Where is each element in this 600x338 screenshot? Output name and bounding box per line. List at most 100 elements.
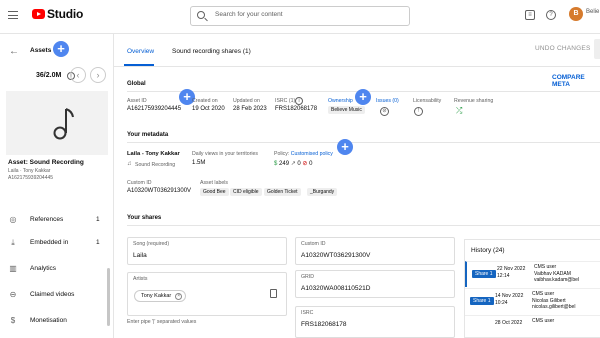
share-custom-id-value[interactable]: A10320WT036291300V (301, 252, 370, 259)
tab-overview[interactable]: Overview (127, 48, 154, 55)
app-name[interactable]: Studio (47, 7, 83, 21)
asset-label-chip[interactable]: Good Bee (200, 188, 229, 196)
asset-label-chip[interactable]: Golden Ticket (264, 188, 301, 196)
created-label: Created on (192, 98, 218, 104)
no-issues-icon: ⊘ (380, 107, 389, 116)
comment-icon[interactable]: ≡ (525, 10, 535, 20)
history-email: nicolas.gilibert@bel (532, 304, 576, 310)
asset-id-label: Asset ID (127, 98, 147, 104)
sidebar-item-label: Monetisation (30, 317, 67, 324)
history-timestamp: 28 Oct 2022 (495, 320, 522, 327)
issues-link[interactable]: Issues (0) (376, 98, 399, 104)
youtube-logo[interactable] (32, 9, 45, 19)
track-icon: ↗ (290, 161, 296, 167)
share-isrc-value[interactable]: FRS182068178 (301, 321, 347, 328)
monetisation-icon: $ (10, 316, 16, 325)
sidebar-item-monetisation[interactable]: $ Monetisation (0, 310, 110, 332)
asset-label-chip[interactable]: CID eligible (230, 188, 262, 196)
history-date: 14 Nov 2022 (495, 293, 524, 299)
prev-asset-button[interactable]: ‹ (70, 67, 86, 83)
search-icon (197, 11, 205, 19)
asset-subtitle: Laila · Tony Kakkar A162175939204445 (8, 168, 53, 182)
share-isrc-field[interactable]: ISRC FRS182068178 (295, 306, 455, 338)
sidebar-item-label: References (30, 216, 64, 223)
song-type: Sound Recording (135, 162, 176, 168)
metadata-divider (127, 142, 600, 143)
history-user: CMS user (532, 318, 554, 325)
daily-views-value: 1.5M (192, 160, 206, 166)
save-button[interactable] (594, 39, 600, 59)
avatar[interactable]: B (569, 7, 583, 21)
share-badge: Share 1 (472, 270, 496, 278)
sidebar-item-label: Claimed videos (30, 291, 75, 298)
sidebar-item-label: Embedded in (30, 239, 69, 246)
asset-artist: Laila · Tony Kakkar (8, 168, 51, 174)
remove-chip-icon[interactable]: × (175, 293, 183, 300)
help-icon[interactable]: ? (546, 10, 556, 20)
track-count: 0 (297, 161, 301, 167)
artists-field[interactable]: Artists Tony Kakkar × (127, 272, 287, 316)
history-user: CMS user Vaibhav KADAM vaibhav.kadam@bel (534, 264, 579, 284)
compare-metadata-button[interactable]: COMPARE META (552, 74, 600, 88)
tab-sound-recording-shares[interactable]: Sound recording shares (1) (172, 48, 251, 55)
custom-id-label: Custom ID (127, 180, 152, 186)
sidebar-item-count: 1 (96, 239, 100, 246)
isrc-label: ISRC (1) (275, 98, 296, 104)
add-asset-button[interactable]: + (53, 41, 69, 57)
add-ownership-button[interactable]: + (355, 89, 371, 105)
policy-link[interactable]: Customised policy (291, 151, 333, 157)
music-note-small-icon: ♫ (127, 161, 132, 167)
main-panel: Overview Sound recording shares (1) UNDO… (114, 34, 600, 338)
tabs-divider (114, 66, 600, 67)
sidebar-scrollbar[interactable] (107, 268, 110, 326)
artists-field-label: Artists (133, 276, 148, 282)
revenue-sharing-label: Revenue sharing (454, 98, 494, 104)
revenue-sharing-icon[interactable]: ⤮ (456, 106, 462, 116)
history-panel: History (24) Share 1 22 Nov 2022 12:14 C… (464, 239, 600, 338)
isrc-value: FRS182068178 (275, 106, 318, 112)
share-custom-id-field[interactable]: Custom ID A10320WT036291300V (295, 237, 455, 265)
add-metadata-button[interactable]: + (337, 139, 353, 155)
top-bar: Studio Search for your content ≡ ? B Bel… (0, 0, 600, 34)
ownership-chip: Believe Music (328, 106, 365, 114)
asset-label-chip[interactable]: _Burgandy (307, 188, 338, 196)
history-email: vaibhav.kadam@bel (534, 277, 580, 283)
undo-changes-button[interactable]: UNDO CHANGES (535, 45, 591, 52)
search-box[interactable]: Search for your content (190, 6, 410, 26)
history-row[interactable]: Share 1 22 Nov 2022 12:14 CMS user Vaibh… (465, 261, 600, 287)
song-field-value[interactable]: Laila (133, 252, 147, 259)
grid-field[interactable]: GRID A10320WA008110521D (295, 270, 455, 298)
global-section-title: Global (127, 81, 146, 87)
account-name[interactable]: Belie (586, 9, 599, 15)
back-arrow-icon[interactable]: ← (9, 46, 19, 57)
song-title: Laila - Tony Kakkar (127, 151, 180, 157)
share-isrc-label: ISRC (301, 310, 314, 316)
isrc-info-icon[interactable]: i (295, 97, 303, 105)
sidebar-title: Assets (30, 47, 52, 54)
sidebar-item-references[interactable]: ◎ References 1 (0, 209, 110, 231)
sidebar-item-analytics[interactable]: ▥ Analytics (0, 258, 110, 280)
menu-icon[interactable] (8, 11, 18, 19)
history-timestamp: 22 Nov 2022 12:14 (497, 266, 525, 280)
sidebar-item-claimed-videos[interactable]: ⊖ Claimed videos (0, 284, 110, 306)
next-asset-button[interactable]: › (90, 67, 106, 83)
licensability-icon[interactable]: ! (414, 107, 423, 116)
policy-label: Policy: (274, 151, 290, 157)
history-row[interactable]: 28 Oct 2022 CMS user (465, 315, 600, 338)
copy-icon[interactable] (270, 289, 277, 298)
song-field[interactable]: Song (required) Laila (127, 237, 287, 265)
search-input[interactable]: Search for your content (215, 11, 283, 18)
claimed-videos-icon: ⊖ (9, 290, 17, 299)
music-note-icon (53, 108, 74, 140)
artist-chip[interactable]: Tony Kakkar × (134, 290, 187, 302)
asset-thumbnail (6, 91, 108, 155)
grid-field-value[interactable]: A10320WA008110521D (301, 285, 370, 292)
asset-title: Asset: Sound Recording (8, 159, 84, 166)
block-count: 0 (309, 161, 313, 167)
history-row[interactable]: Share 1 14 Nov 2022 10:24 CMS user Nicol… (465, 288, 600, 314)
ownership-link[interactable]: Ownership (328, 98, 353, 104)
share-badge: Share 1 (470, 297, 494, 305)
monetize-icon: $ (274, 161, 278, 167)
sidebar-item-embedded[interactable]: ⤓ Embedded in 1 (0, 232, 110, 254)
references-icon: ◎ (9, 215, 17, 224)
